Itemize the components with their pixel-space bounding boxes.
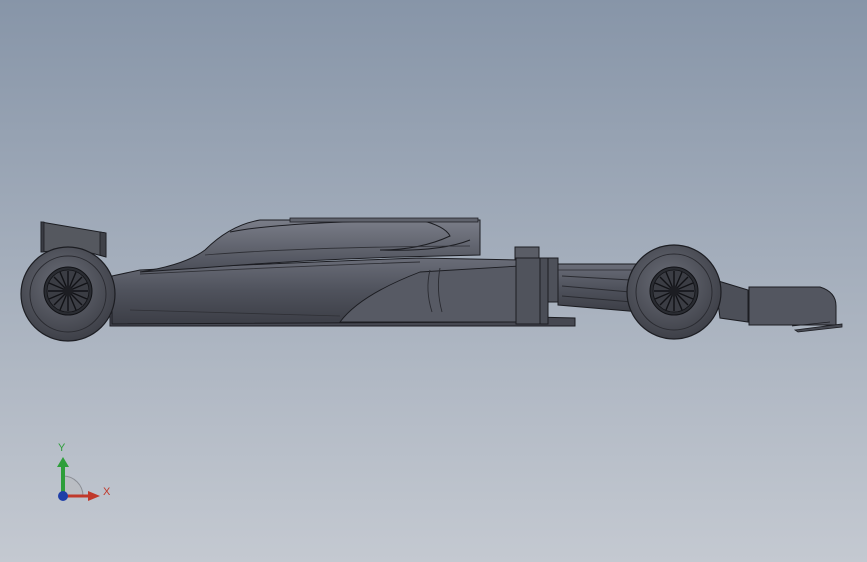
x-axis-label: X — [103, 486, 111, 498]
y-axis-arrow — [57, 457, 69, 467]
graphics-viewport[interactable]: Y X — [0, 0, 867, 562]
front-wing — [714, 279, 843, 333]
monocoque — [514, 246, 641, 325]
x-axis-arrow — [88, 491, 100, 501]
y-axis-label: Y — [58, 442, 66, 454]
coordinate-triad[interactable]: Y X — [50, 440, 120, 510]
race-car-model[interactable] — [0, 0, 867, 562]
rear-wheel — [20, 246, 116, 342]
z-axis-dot — [58, 491, 68, 501]
front-wheel — [626, 244, 722, 340]
